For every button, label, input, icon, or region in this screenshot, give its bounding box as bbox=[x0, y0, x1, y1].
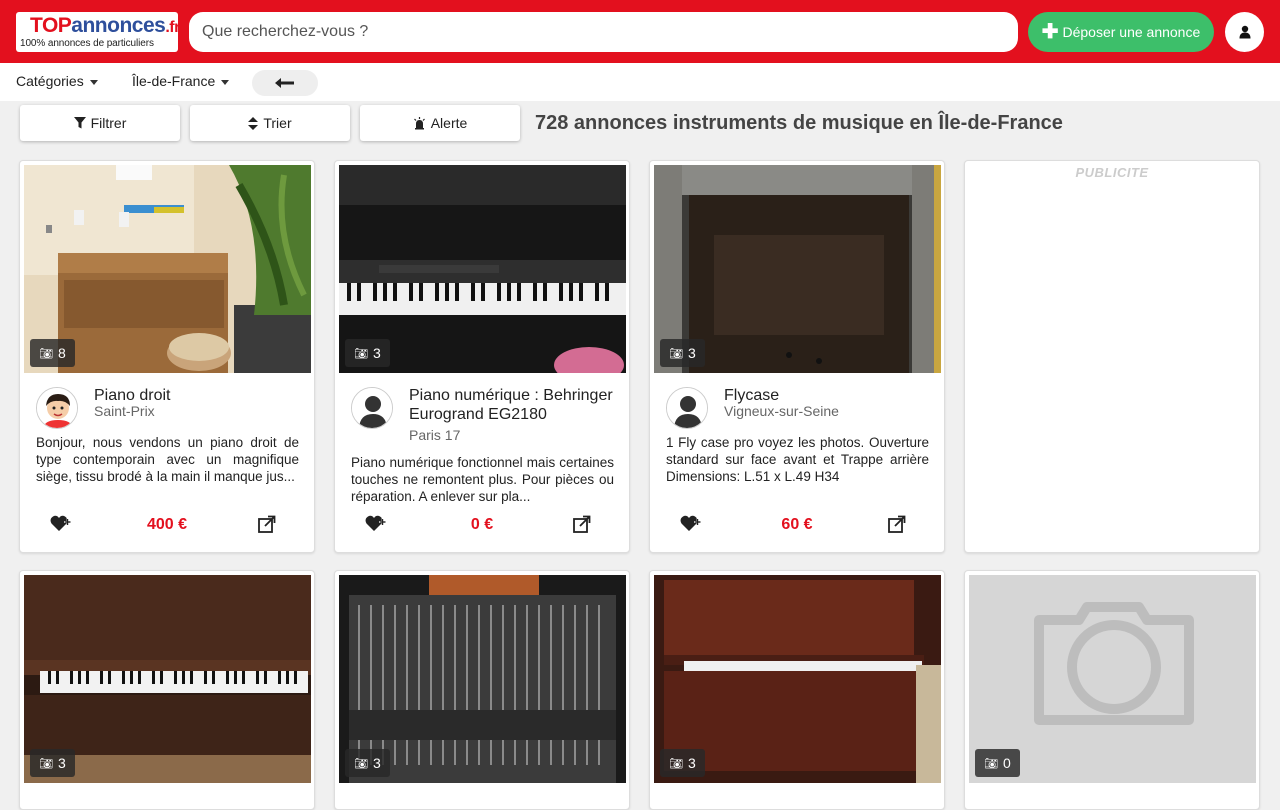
chevron-down-icon bbox=[221, 79, 230, 85]
default-avatar-icon bbox=[667, 388, 707, 428]
photo-count: 3 bbox=[687, 755, 696, 771]
sub-navigation: Catégories Île-de-France bbox=[0, 63, 1280, 101]
site-logo[interactable]: TOPannonces.fr 100% annonces de particul… bbox=[16, 12, 180, 52]
listing-photo[interactable]: 📷︎ 3 bbox=[339, 165, 626, 373]
photo-count-badge: 📷︎ 3 bbox=[345, 749, 390, 777]
ad-label: PUBLICITE bbox=[1075, 165, 1149, 180]
back-button[interactable] bbox=[252, 70, 318, 96]
logo-tagline: 100% annonces de particuliers bbox=[20, 38, 154, 49]
filter-label: Filtrer bbox=[90, 115, 127, 131]
user-account-button[interactable] bbox=[1225, 12, 1264, 52]
listing-description: Bonjour, nous vendons un piano droit de … bbox=[36, 435, 299, 484]
alert-button[interactable]: Alerte bbox=[360, 105, 520, 141]
user-icon bbox=[1239, 25, 1250, 39]
camera-icon: 📷︎ bbox=[984, 757, 998, 770]
photo-count-badge: 📷︎ 3 bbox=[345, 339, 390, 367]
plus-icon: ✚ bbox=[1041, 21, 1059, 43]
listing-card[interactable]: 📷︎ 3 bbox=[334, 570, 630, 810]
camera-icon: 📷︎ bbox=[354, 757, 368, 770]
listing-photo[interactable]: 📷︎ 8 bbox=[24, 165, 311, 373]
photo-count: 8 bbox=[57, 345, 66, 361]
seller-avatar bbox=[666, 387, 708, 429]
open-listing-button[interactable] bbox=[888, 515, 906, 538]
logo-wordmark: TOPannonces.fr bbox=[30, 14, 180, 37]
listing-description: 1 Fly case pro voyez les photos. Ouvertu… bbox=[666, 435, 929, 484]
sort-label: Trier bbox=[263, 115, 292, 131]
listing-location: Saint-Prix bbox=[94, 403, 155, 419]
photo-count: 0 bbox=[1002, 755, 1011, 771]
listing-card[interactable]: 📷︎ 0 bbox=[964, 570, 1260, 810]
categories-label: Catégories bbox=[16, 73, 84, 89]
external-link-icon bbox=[888, 515, 906, 533]
ad-slot: PUBLICITE bbox=[964, 160, 1260, 553]
external-link-icon bbox=[258, 515, 276, 533]
listing-card[interactable]: 📷︎ 8 Piano droit Saint-Prix Bonjour, nou… bbox=[19, 160, 315, 553]
photo-count: 3 bbox=[687, 345, 696, 361]
photo-count: 3 bbox=[372, 345, 381, 361]
camera-icon: 📷︎ bbox=[39, 347, 53, 360]
camera-icon: 📷︎ bbox=[669, 347, 683, 360]
listing-photo[interactable]: 📷︎ 3 bbox=[654, 575, 941, 783]
seller-avatar bbox=[36, 387, 78, 429]
seller-avatar bbox=[351, 387, 393, 429]
photo-count-badge: 📷︎ 3 bbox=[30, 749, 75, 777]
photo-count-badge: 📷︎ 3 bbox=[660, 339, 705, 367]
alarm-icon bbox=[413, 116, 425, 129]
listing-title[interactable]: Piano numérique : Behringer Eurogrand EG… bbox=[409, 386, 619, 424]
open-listing-button[interactable] bbox=[573, 515, 591, 538]
photo-count-badge: 📷︎ 8 bbox=[30, 339, 75, 367]
results-title: 728 annonces instruments de musique en Î… bbox=[535, 112, 1063, 134]
listing-description: Piano numérique fonctionnel mais certain… bbox=[351, 455, 614, 504]
photo-count: 3 bbox=[372, 755, 381, 771]
listing-photo[interactable]: 📷︎ 3 bbox=[339, 575, 626, 783]
arrow-left-icon bbox=[275, 78, 294, 88]
sort-button[interactable]: Trier bbox=[190, 105, 350, 141]
listing-photo[interactable]: 📷︎ 3 bbox=[654, 165, 941, 373]
photo-count-badge: 📷︎ 0 bbox=[975, 749, 1020, 777]
default-avatar-icon bbox=[352, 388, 392, 428]
post-ad-button[interactable]: ✚ Déposer une annonce bbox=[1028, 12, 1214, 52]
photo-count: 3 bbox=[57, 755, 66, 771]
search-input[interactable] bbox=[189, 12, 1018, 52]
camera-icon: 📷︎ bbox=[39, 757, 53, 770]
categories-dropdown[interactable]: Catégories bbox=[16, 73, 98, 89]
region-dropdown[interactable]: Île-de-France bbox=[132, 73, 230, 89]
listing-card[interactable]: 📷︎ 3 bbox=[649, 570, 945, 810]
listing-card[interactable]: 📷︎ 3 bbox=[19, 570, 315, 810]
listing-photo-placeholder[interactable]: 📷︎ 0 bbox=[969, 575, 1256, 783]
external-link-icon bbox=[573, 515, 591, 533]
camera-icon: 📷︎ bbox=[354, 347, 368, 360]
region-label: Île-de-France bbox=[132, 73, 216, 89]
sort-icon bbox=[248, 116, 259, 130]
listing-card[interactable]: 📷︎ 3 Piano numérique : Behringer Eurogra… bbox=[334, 160, 630, 553]
listing-location: Vigneux-sur-Seine bbox=[724, 403, 839, 419]
filter-icon bbox=[73, 117, 86, 129]
camera-icon: 📷︎ bbox=[669, 757, 683, 770]
top-header: TOPannonces.fr 100% annonces de particul… bbox=[0, 0, 1280, 63]
post-ad-label: Déposer une annonce bbox=[1062, 24, 1201, 40]
listing-photo[interactable]: 📷︎ 3 bbox=[24, 575, 311, 783]
listing-card[interactable]: 📷︎ 3 Flycase Vigneux-sur-Seine 1 Fly cas… bbox=[649, 160, 945, 553]
listing-location: Paris 17 bbox=[409, 427, 461, 443]
open-listing-button[interactable] bbox=[258, 515, 276, 538]
filter-button[interactable]: Filtrer bbox=[20, 105, 180, 141]
chevron-down-icon bbox=[89, 79, 98, 85]
photo-count-badge: 📷︎ 3 bbox=[660, 749, 705, 777]
alert-label: Alerte bbox=[430, 115, 468, 131]
cartoon-avatar-icon bbox=[37, 388, 77, 428]
